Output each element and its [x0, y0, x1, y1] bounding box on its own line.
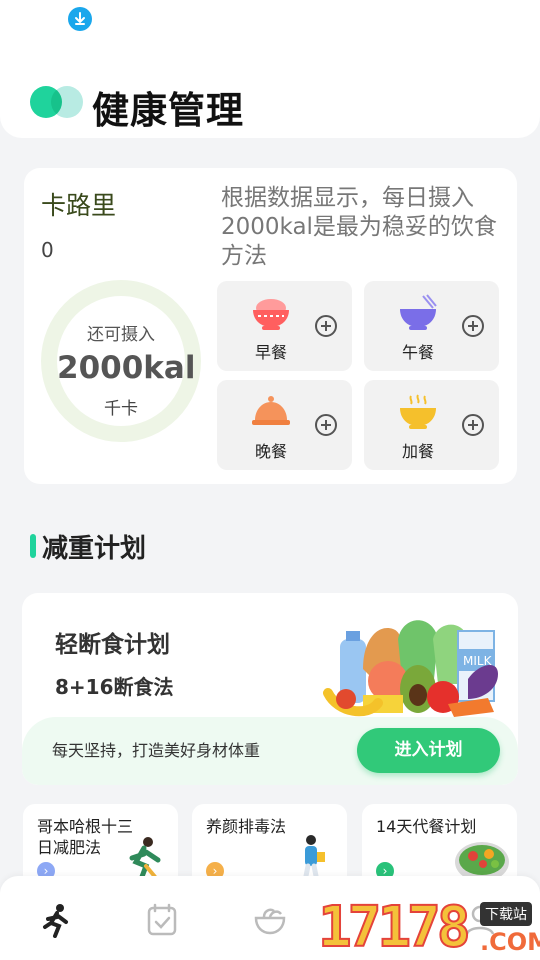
ring-caption: 还可摄入: [87, 325, 155, 345]
food-bowl-icon[interactable]: [252, 902, 288, 938]
add-breakfast-icon[interactable]: [315, 315, 337, 337]
meal-label: 晚餐: [254, 442, 287, 461]
calorie-card: 卡路里 0 还可摄入 2000kal 千卡 根据数据显示，每日摄入2000kal…: [24, 168, 517, 484]
add-lunch-icon[interactable]: [462, 315, 484, 337]
plan-footer: 每天坚持，打造美好身材体重 进入计划: [22, 717, 518, 785]
mini-plan-title: 养颜排毒法: [206, 817, 287, 836]
soup-bowl-icon: [400, 394, 436, 429]
calorie-description: 根据数据显示，每日摄入2000kal是最为稳妥的饮食方法: [221, 185, 497, 269]
meal-snack[interactable]: 加餐: [364, 380, 499, 470]
healthy-food-illustration-icon: MILK: [323, 620, 498, 717]
calorie-ring: 还可摄入 2000kal 千卡: [41, 280, 201, 442]
meal-lunch[interactable]: 午餐: [364, 281, 499, 371]
page-title: 健康管理: [92, 89, 244, 132]
plan-subtitle: 8+16断食法: [55, 675, 174, 699]
watermark-tag: 下载站: [480, 902, 532, 926]
meal-label: 午餐: [401, 343, 434, 362]
meal-dinner[interactable]: 晚餐: [217, 380, 352, 470]
app-header: 健康管理: [0, 40, 540, 138]
calorie-title: 卡路里: [41, 191, 117, 220]
calorie-consumed: 0: [41, 238, 54, 262]
checklist-icon[interactable]: [144, 902, 180, 938]
add-dinner-icon[interactable]: [315, 414, 337, 436]
add-snack-icon[interactable]: [462, 414, 484, 436]
meal-label: 加餐: [401, 442, 434, 461]
running-icon[interactable]: [38, 902, 74, 938]
download-icon: [68, 7, 92, 31]
watermark-logo: 17178 下载站 .COM: [310, 895, 540, 960]
status-bar: [0, 0, 540, 40]
logo-icon: [30, 86, 86, 118]
noodle-bowl-icon: [400, 294, 437, 330]
rice-bowl-icon: [253, 299, 289, 330]
ring-unit: 千卡: [104, 399, 138, 419]
watermark-number: 17178: [317, 895, 472, 960]
cloche-icon: [252, 396, 290, 425]
enter-plan-button[interactable]: 进入计划: [357, 728, 500, 773]
plan-motto: 每天坚持，打造美好身材体重: [52, 741, 261, 760]
watermark-suffix: .COM: [480, 928, 540, 956]
fasting-plan-card[interactable]: 轻断食计划 8+16断食法 MILK 每天坚持，打造美好身材体重 进入计划: [22, 593, 518, 785]
ring-value: 2000kal: [57, 350, 196, 386]
plan-title: 轻断食计划: [55, 632, 170, 658]
section-title: 减重计划: [42, 534, 147, 564]
section-accent-bar: [30, 534, 36, 558]
meal-label: 早餐: [254, 343, 287, 362]
meal-breakfast[interactable]: 早餐: [217, 281, 352, 371]
